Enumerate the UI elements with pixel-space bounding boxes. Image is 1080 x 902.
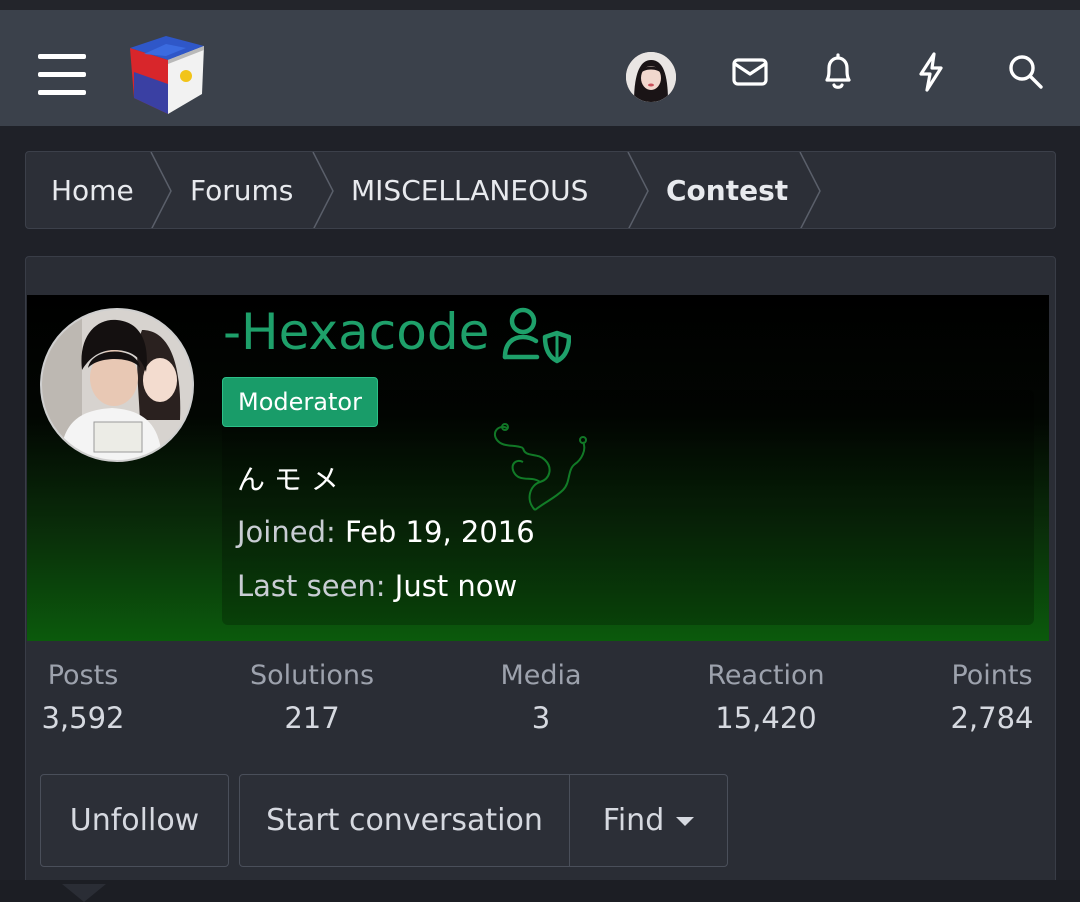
stat-value: 2,784: [950, 701, 1034, 735]
breadcrumb: Home Forums MISCELLANEOUS Contest: [25, 151, 1056, 229]
stat-value: 3: [531, 701, 551, 735]
joined-label: Joined:: [237, 515, 336, 549]
stat-label: Points: [951, 660, 1033, 691]
lightning-icon[interactable]: [905, 46, 957, 98]
chevron-right-icon: [312, 152, 334, 228]
last-seen-value: Just now: [394, 569, 518, 603]
stat-points[interactable]: Points 2,784: [946, 660, 1038, 735]
stat-label: Reaction: [707, 660, 825, 691]
tooltip-pointer: [62, 884, 106, 902]
stat-reaction[interactable]: Reaction 15,420: [702, 660, 830, 735]
chevron-right-icon: [799, 152, 821, 228]
stat-value: 15,420: [715, 701, 817, 735]
site-logo-icon[interactable]: [124, 32, 208, 118]
status-strip: [0, 0, 1080, 10]
user-avatar[interactable]: [626, 52, 676, 102]
breadcrumb-forums[interactable]: Forums: [190, 152, 293, 228]
chevron-right-icon: [627, 152, 649, 228]
last-seen-label: Last seen:: [237, 569, 386, 603]
username[interactable]: -Hexacode: [223, 303, 489, 361]
find-label: Find: [602, 803, 665, 838]
stat-solutions[interactable]: Solutions 217: [247, 660, 377, 735]
custom-title: ん モ メ: [237, 463, 339, 496]
joined-info: Joined: Feb 19, 2016: [237, 515, 535, 549]
moderator-badge: Moderator: [222, 377, 378, 427]
joined-value: Feb 19, 2016: [344, 515, 535, 549]
stat-value: 217: [284, 701, 340, 735]
unfollow-button[interactable]: Unfollow: [40, 774, 229, 867]
profile-avatar[interactable]: [40, 308, 194, 462]
bell-icon[interactable]: [812, 46, 864, 98]
stat-media[interactable]: Media 3: [494, 660, 588, 735]
find-dropdown-button[interactable]: Find: [569, 774, 728, 867]
envelope-icon[interactable]: [724, 46, 776, 98]
stat-label: Media: [500, 660, 582, 691]
profile-banner: -Hexacode Moderator ん モ メ Joined: Feb 19…: [27, 295, 1049, 641]
breadcrumb-miscellaneous[interactable]: MISCELLANEOUS: [351, 152, 588, 228]
stat-label: Posts: [47, 660, 119, 691]
search-icon[interactable]: [1000, 46, 1052, 98]
stat-posts[interactable]: Posts 3,592: [40, 660, 126, 735]
app-header: [0, 10, 1080, 126]
last-seen-info: Last seen: Just now: [237, 569, 517, 603]
chevron-right-icon: [150, 152, 172, 228]
stat-label: Solutions: [249, 660, 375, 691]
stat-value: 3,592: [41, 701, 125, 735]
razer-snake-logo: [493, 423, 587, 511]
breadcrumb-contest[interactable]: Contest: [666, 152, 788, 228]
moderator-shield-icon: [502, 307, 571, 364]
caret-down-icon: [676, 817, 695, 826]
start-conversation-button[interactable]: Start conversation: [239, 774, 570, 867]
page-bottom: [0, 880, 1080, 902]
breadcrumb-home[interactable]: Home: [51, 152, 134, 228]
hamburger-icon[interactable]: [38, 54, 86, 96]
